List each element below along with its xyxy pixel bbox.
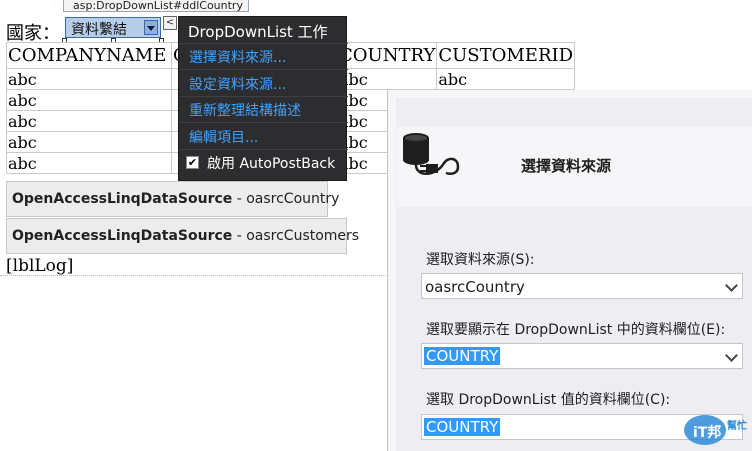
datasource-wizard-dialog: 選擇資料來源 選取資料來源(S): oasrcCountry 選取要顯示在 Dr… [387, 90, 752, 451]
grid-header-cell: CUSTOMERID [436, 42, 576, 69]
datasource-select-value: oasrcCountry [425, 278, 525, 296]
lbllog-label: [lblLog] [6, 256, 74, 276]
datasource-select[interactable]: oasrcCountry [421, 273, 743, 299]
autopostback-label: 啟用 AutoPostBack [207, 156, 336, 172]
display-field-label: 選取要顯示在 DropDownList 中的資料欄位(E): [426, 322, 726, 338]
datasource-customers-control[interactable]: OpenAccessLinqDataSource - oasrcCustomer… [6, 218, 359, 254]
grid-cell: abc [6, 131, 172, 153]
divider [0, 275, 390, 276]
datasource-id: - oasrcCustomers [232, 228, 360, 244]
menu-separator [179, 69, 348, 70]
chevron-down-icon [725, 349, 738, 362]
tasks-menu-title: DropDownList 工作 [188, 23, 328, 41]
grid-header-cell: COMPANYNAME [6, 42, 172, 69]
ithome-logo: iT邦 幫忙 [684, 415, 747, 445]
menu-item-choose-datasource[interactable]: 選擇資料來源... [189, 47, 286, 67]
logo-text-sub-1: 幫忙 [727, 419, 747, 432]
datasource-type: OpenAccessLinqDataSource [12, 228, 233, 244]
datasource-id: - oasrcCountry [232, 191, 340, 207]
dropdownlist-tasks-menu: DropDownList 工作 選擇資料來源... 設定資料來源... 重新整理… [178, 16, 348, 181]
chevron-down-icon [725, 279, 738, 292]
datasource-country-control[interactable]: OpenAccessLinqDataSource - oasrcCountry [6, 181, 339, 217]
grid-cell: abc [6, 152, 172, 174]
menu-item-edit-items[interactable]: 編輯項目... [189, 127, 258, 147]
logo-text-main: iT邦 [693, 424, 721, 441]
select-datasource-label: 選取資料來源(S): [426, 252, 535, 268]
grid-cell: abc [6, 68, 172, 90]
menu-separator [179, 96, 348, 97]
value-field-select-value: COUNTRY [424, 418, 501, 436]
display-field-select[interactable]: COUNTRY [421, 343, 743, 369]
control-designer-tag: asp:DropDownList#ddlCountry [63, 0, 249, 12]
value-field-label: 選取 DropDownList 值的資料欄位(C): [426, 392, 671, 408]
menu-separator [179, 43, 348, 44]
smart-tag-button[interactable]: < [163, 16, 177, 30]
country-dropdown-value: 資料繫結 [71, 22, 127, 38]
menu-item-refresh-schema[interactable]: 重新整理結構描述 [189, 100, 301, 120]
datasource-type: OpenAccessLinqDataSource [12, 191, 233, 207]
menu-item-configure-datasource[interactable]: 設定資料來源... [189, 74, 286, 94]
grid-cell: abc [6, 89, 172, 111]
grid-header-cell: COUNTRY [336, 42, 438, 69]
database-plug-icon [403, 133, 460, 175]
menu-separator [179, 122, 348, 123]
autopostback-checkbox[interactable]: ✔ [186, 156, 199, 169]
grid-cell: abc [6, 110, 172, 132]
wizard-title: 選擇資料來源 [521, 157, 612, 175]
wizard-header: 選擇資料來源 [397, 127, 752, 207]
country-dropdown[interactable]: 資料繫結 [65, 17, 161, 38]
menu-separator [179, 149, 348, 150]
grid-cell: abc [436, 68, 576, 90]
grid-cell: abc [336, 68, 438, 90]
display-field-select-value: COUNTRY [424, 347, 501, 365]
chevron-down-icon[interactable] [144, 20, 158, 35]
